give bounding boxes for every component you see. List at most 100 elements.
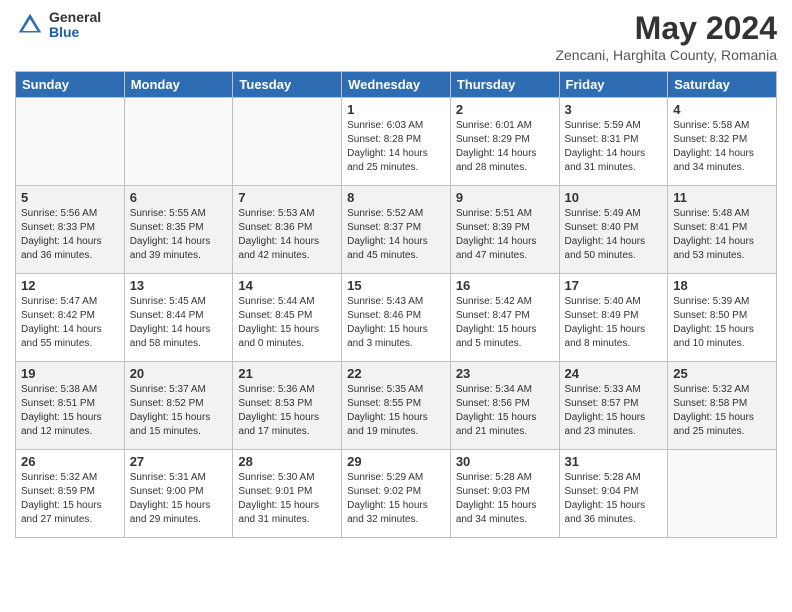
day-number: 10 (565, 190, 663, 205)
day-number: 1 (347, 102, 445, 117)
table-row: 4 Sunrise: 5:58 AMSunset: 8:32 PMDaylight… (668, 98, 777, 186)
day-info: Sunrise: 5:40 AMSunset: 8:49 PMDaylight:… (565, 295, 663, 351)
logo-general-text: General (49, 10, 101, 25)
day-number: 23 (456, 366, 554, 381)
table-row: 6Sunrise: 5:55 AMSunset: 8:35 PMDaylight… (124, 186, 233, 274)
day-info: Sunrise: 5:30 AMSunset: 9:01 PMDaylight:… (238, 471, 336, 527)
header: General Blue May 2024 Zencani, Harghita … (15, 10, 777, 63)
table-row: 18 Sunrise: 5:39 AMSunset: 8:50 PMDayligh… (668, 274, 777, 362)
table-row (668, 450, 777, 538)
day-info: Sunrise: 5:53 AMSunset: 8:36 PMDaylight:… (238, 207, 336, 263)
table-row: 29 Sunrise: 5:29 AMSunset: 9:02 PMDayligh… (342, 450, 451, 538)
day-number: 3 (565, 102, 663, 117)
day-number: 15 (347, 278, 445, 293)
table-row: 24 Sunrise: 5:33 AMSunset: 8:57 PMDayligh… (559, 362, 668, 450)
day-number: 4 (673, 102, 771, 117)
table-row: 8 Sunrise: 5:52 AMSunset: 8:37 PMDaylight… (342, 186, 451, 274)
day-number: 13 (130, 278, 228, 293)
day-number: 20 (130, 366, 228, 381)
table-row: 22Sunrise: 5:35 AMSunset: 8:55 PMDayligh… (342, 362, 451, 450)
day-number: 12 (21, 278, 119, 293)
calendar-table: Sunday Monday Tuesday Wednesday Thursday… (15, 71, 777, 538)
day-number: 24 (565, 366, 663, 381)
day-info: Sunrise: 5:35 AMSunset: 8:55 PMDaylight:… (347, 383, 445, 439)
day-info: Sunrise: 5:52 AMSunset: 8:37 PMDaylight:… (347, 207, 445, 263)
day-info: Sunrise: 5:31 AMSunset: 9:00 PMDaylight:… (130, 471, 228, 527)
table-row: 16 Sunrise: 5:42 AMSunset: 8:47 PMDayligh… (450, 274, 559, 362)
day-number: 14 (238, 278, 336, 293)
day-info: Sunrise: 5:49 AMSunset: 8:40 PMDaylight:… (565, 207, 663, 263)
table-row: 5 Sunrise: 5:56 AMSunset: 8:33 PMDaylight… (16, 186, 125, 274)
table-row: 31 Sunrise: 5:28 AMSunset: 9:04 PMDayligh… (559, 450, 668, 538)
table-row: 28 Sunrise: 5:30 AMSunset: 9:01 PMDayligh… (233, 450, 342, 538)
day-info: Sunrise: 5:29 AMSunset: 9:02 PMDaylight:… (347, 471, 445, 527)
table-row: 30 Sunrise: 5:28 AMSunset: 9:03 PMDayligh… (450, 450, 559, 538)
logo: General Blue (15, 10, 101, 41)
table-row: 25 Sunrise: 5:32 AMSunset: 8:58 PMDayligh… (668, 362, 777, 450)
calendar-week-row: 1 Sunrise: 6:03 AMSunset: 8:28 PMDaylight… (16, 98, 777, 186)
day-info: Sunrise: 5:58 AMSunset: 8:32 PMDaylight:… (673, 119, 771, 175)
weekday-header-row: Sunday Monday Tuesday Wednesday Thursday… (16, 72, 777, 98)
day-info: Sunrise: 5:28 AMSunset: 9:04 PMDaylight:… (565, 471, 663, 527)
day-number: 28 (238, 454, 336, 469)
day-info: Sunrise: 5:45 AMSunset: 8:44 PMDaylight:… (130, 295, 228, 351)
table-row: 7Sunrise: 5:53 AMSunset: 8:36 PMDaylight… (233, 186, 342, 274)
calendar-title: May 2024 (555, 10, 777, 47)
day-number: 29 (347, 454, 445, 469)
header-wednesday: Wednesday (342, 72, 451, 98)
table-row: 26Sunrise: 5:32 AMSunset: 8:59 PMDayligh… (16, 450, 125, 538)
table-row: 13 Sunrise: 5:45 AMSunset: 8:44 PMDayligh… (124, 274, 233, 362)
day-info: Sunrise: 6:03 AMSunset: 8:28 PMDaylight:… (347, 119, 445, 175)
table-row: 11Sunrise: 5:48 AMSunset: 8:41 PMDayligh… (668, 186, 777, 274)
calendar-subtitle: Zencani, Harghita County, Romania (555, 47, 777, 63)
day-number: 18 (673, 278, 771, 293)
header-saturday: Saturday (668, 72, 777, 98)
table-row: 2 Sunrise: 6:01 AMSunset: 8:29 PMDaylight… (450, 98, 559, 186)
day-number: 25 (673, 366, 771, 381)
table-row: 19Sunrise: 5:38 AMSunset: 8:51 PMDayligh… (16, 362, 125, 450)
day-info: Sunrise: 5:51 AMSunset: 8:39 PMDaylight:… (456, 207, 554, 263)
day-number: 16 (456, 278, 554, 293)
day-info: Sunrise: 5:33 AMSunset: 8:57 PMDaylight:… (565, 383, 663, 439)
day-info: Sunrise: 5:37 AMSunset: 8:52 PMDaylight:… (130, 383, 228, 439)
day-info: Sunrise: 5:44 AMSunset: 8:45 PMDaylight:… (238, 295, 336, 351)
day-info: Sunrise: 6:01 AMSunset: 8:29 PMDaylight:… (456, 119, 554, 175)
header-friday: Friday (559, 72, 668, 98)
day-info: Sunrise: 5:36 AMSunset: 8:53 PMDaylight:… (238, 383, 336, 439)
calendar-week-row: 19Sunrise: 5:38 AMSunset: 8:51 PMDayligh… (16, 362, 777, 450)
table-row (233, 98, 342, 186)
day-number: 31 (565, 454, 663, 469)
table-row (124, 98, 233, 186)
calendar-week-row: 5 Sunrise: 5:56 AMSunset: 8:33 PMDaylight… (16, 186, 777, 274)
day-info: Sunrise: 5:56 AMSunset: 8:33 PMDaylight:… (21, 207, 119, 263)
table-row: 27 Sunrise: 5:31 AMSunset: 9:00 PMDayligh… (124, 450, 233, 538)
table-row: 15 Sunrise: 5:43 AMSunset: 8:46 PMDayligh… (342, 274, 451, 362)
day-number: 17 (565, 278, 663, 293)
day-number: 19 (21, 366, 119, 381)
table-row: 21 Sunrise: 5:36 AMSunset: 8:53 PMDayligh… (233, 362, 342, 450)
table-row: 1 Sunrise: 6:03 AMSunset: 8:28 PMDaylight… (342, 98, 451, 186)
table-row: 3Sunrise: 5:59 AMSunset: 8:31 PMDaylight… (559, 98, 668, 186)
table-row: 23 Sunrise: 5:34 AMSunset: 8:56 PMDayligh… (450, 362, 559, 450)
day-number: 5 (21, 190, 119, 205)
title-block: May 2024 Zencani, Harghita County, Roman… (555, 10, 777, 63)
day-number: 27 (130, 454, 228, 469)
table-row: 9Sunrise: 5:51 AMSunset: 8:39 PMDaylight… (450, 186, 559, 274)
table-row: 12Sunrise: 5:47 AMSunset: 8:42 PMDayligh… (16, 274, 125, 362)
table-row (16, 98, 125, 186)
day-info: Sunrise: 5:34 AMSunset: 8:56 PMDaylight:… (456, 383, 554, 439)
day-number: 21 (238, 366, 336, 381)
header-tuesday: Tuesday (233, 72, 342, 98)
day-info: Sunrise: 5:32 AMSunset: 8:58 PMDaylight:… (673, 383, 771, 439)
day-number: 2 (456, 102, 554, 117)
day-info: Sunrise: 5:42 AMSunset: 8:47 PMDaylight:… (456, 295, 554, 351)
day-number: 8 (347, 190, 445, 205)
table-row: 17 Sunrise: 5:40 AMSunset: 8:49 PMDayligh… (559, 274, 668, 362)
calendar-week-row: 12Sunrise: 5:47 AMSunset: 8:42 PMDayligh… (16, 274, 777, 362)
day-info: Sunrise: 5:43 AMSunset: 8:46 PMDaylight:… (347, 295, 445, 351)
day-number: 30 (456, 454, 554, 469)
day-info: Sunrise: 5:28 AMSunset: 9:03 PMDaylight:… (456, 471, 554, 527)
table-row: 20 Sunrise: 5:37 AMSunset: 8:52 PMDayligh… (124, 362, 233, 450)
day-info: Sunrise: 5:39 AMSunset: 8:50 PMDaylight:… (673, 295, 771, 351)
page: General Blue May 2024 Zencani, Harghita … (0, 0, 792, 612)
